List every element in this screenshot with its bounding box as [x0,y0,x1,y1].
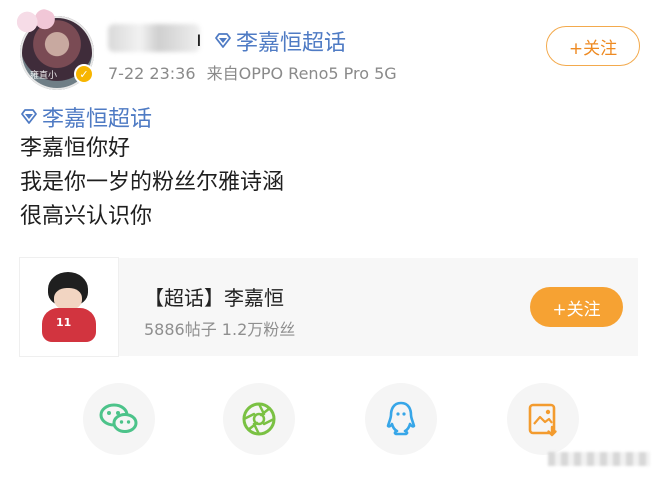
post-line: 很高兴认识你 [20,204,153,229]
post-meta: 7-22 23:36 来自OPPO Reno5 Pro 5G [108,60,403,84]
topic-label: 李嘉恒超话 [236,31,347,56]
save-image-icon [528,403,557,437]
body-topic-link[interactable]: 李嘉恒超话 [20,102,640,132]
post-line: 李嘉恒你好 [20,136,131,161]
share-moments-button[interactable] [223,383,295,455]
post-time: 7-22 23:36 [108,64,196,83]
topic-card-title: 【超话】李嘉恒 [144,286,284,310]
post-line: 我是你一岁的粉丝尔雅诗涵 [20,170,285,195]
jersey-number: 11 [56,316,72,329]
share-save-image-button[interactable] [507,383,579,455]
post-source: 来自OPPO Reno5 Pro 5G [206,64,397,83]
blurred-watermark [548,452,650,466]
qq-icon [386,401,416,436]
wechat-icon [99,403,138,433]
cartoon-face [54,288,82,310]
post-body: 李嘉恒超话 李嘉恒你好 我是你一岁的粉丝尔雅诗涵 很高兴认识你 [20,102,640,234]
share-wechat-button[interactable] [83,383,155,455]
topic-link[interactable]: 李嘉恒超话 [214,25,346,57]
avatar-blossom [14,8,58,36]
follow-label: +关注 [568,38,618,59]
username-blurred[interactable] [108,24,200,52]
share-qq-button[interactable] [365,383,437,455]
diamond-icon [215,33,231,48]
username-tail: ı [196,27,202,51]
topic-card-follow-label: +关注 [552,299,601,320]
diamond-icon [21,109,37,124]
post-header: 雍直小 ✓ ı 李嘉恒超话 7-22 23:36 来自OPPO Reno5 Pr… [0,0,660,96]
follow-button[interactable]: +关注 [546,26,640,66]
topic-card-follow-button[interactable]: +关注 [530,287,623,327]
moments-icon [242,402,276,436]
avatar-text: 雍直小 [30,71,58,81]
body-topic-label: 李嘉恒超话 [42,107,153,132]
verified-icon: ✓ [74,64,94,84]
topic-card-thumbnail: 11 [20,258,118,356]
topic-card[interactable]: 11 【超话】李嘉恒 5886帖子 1.2万粉丝 +关注 [20,258,638,356]
topic-card-stats: 5886帖子 1.2万粉丝 [144,320,296,339]
share-row [0,383,660,457]
